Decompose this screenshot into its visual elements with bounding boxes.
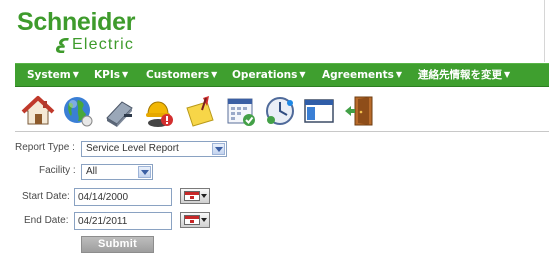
- facility-select[interactable]: All: [81, 164, 153, 180]
- facility-value: All: [86, 166, 98, 177]
- main-menu-bar: System ▼ KPIs ▼ Customers ▼ Operations ▼ Agr…: [15, 63, 549, 87]
- server-icon[interactable]: [102, 94, 136, 128]
- end-date-input[interactable]: [74, 212, 172, 230]
- start-date-calendar-button[interactable]: [180, 188, 210, 204]
- chevron-down-icon: ▼: [211, 70, 218, 79]
- chevron-down-icon: ▼: [299, 70, 306, 79]
- brand-name-top: Schneider: [17, 8, 136, 36]
- chevron-down-icon: ▼: [122, 70, 129, 79]
- menu-operations[interactable]: Operations ▼: [232, 64, 306, 86]
- menu-agreements-label: Agreements: [322, 69, 394, 81]
- network-clock-icon[interactable]: [263, 94, 297, 128]
- facility-label: Facility :: [39, 165, 76, 176]
- window-icon[interactable]: [302, 94, 336, 128]
- menu-agreements[interactable]: Agreements ▼: [322, 64, 402, 86]
- dropdown-arrow-icon: [138, 166, 151, 178]
- calendar-report-icon[interactable]: [224, 94, 258, 128]
- globe-icon[interactable]: [61, 94, 95, 128]
- report-type-value: Service Level Report: [86, 143, 179, 154]
- menu-kpis[interactable]: KPIs ▼: [94, 64, 128, 86]
- chevron-down-icon: ▼: [395, 70, 403, 79]
- menu-change-contact-info-label: 連絡先情報を変更: [418, 69, 502, 81]
- home-icon[interactable]: [21, 94, 55, 128]
- report-type-label: Report Type :: [15, 142, 75, 153]
- exit-door-icon[interactable]: [343, 94, 377, 128]
- end-date-label: End Date:: [24, 215, 69, 226]
- start-date-input[interactable]: [74, 188, 172, 206]
- menu-customers-label: Customers: [146, 69, 210, 81]
- chevron-down-icon: ▼: [504, 70, 511, 79]
- header-divider: [544, 0, 545, 62]
- sticky-note-icon[interactable]: [183, 94, 217, 128]
- report-type-select[interactable]: Service Level Report: [81, 141, 227, 157]
- schneider-e-mark-icon: [56, 38, 69, 53]
- start-date-label: Start Date:: [22, 191, 70, 202]
- menu-system[interactable]: System ▼: [27, 64, 79, 86]
- icon-toolbar: [15, 90, 549, 132]
- chevron-down-icon: [201, 194, 207, 198]
- calendar-icon: [184, 215, 200, 225]
- end-date-calendar-button[interactable]: [180, 212, 210, 228]
- calendar-icon: [184, 191, 200, 201]
- brand-name-bottom: Electric: [72, 36, 135, 53]
- brand-logo: Schneider Electric: [17, 9, 177, 53]
- alert-user-icon[interactable]: [142, 94, 176, 128]
- chevron-down-icon: [201, 218, 207, 222]
- menu-kpis-label: KPIs: [94, 69, 120, 81]
- menu-customers[interactable]: Customers ▼: [146, 64, 217, 86]
- menu-change-contact-info[interactable]: 連絡先情報を変更 ▼: [418, 64, 510, 86]
- menu-operations-label: Operations: [232, 69, 298, 81]
- chevron-down-icon: ▼: [72, 70, 79, 79]
- menu-system-label: System: [27, 69, 71, 81]
- submit-button[interactable]: Submit: [81, 236, 154, 253]
- dropdown-arrow-icon: [212, 143, 225, 155]
